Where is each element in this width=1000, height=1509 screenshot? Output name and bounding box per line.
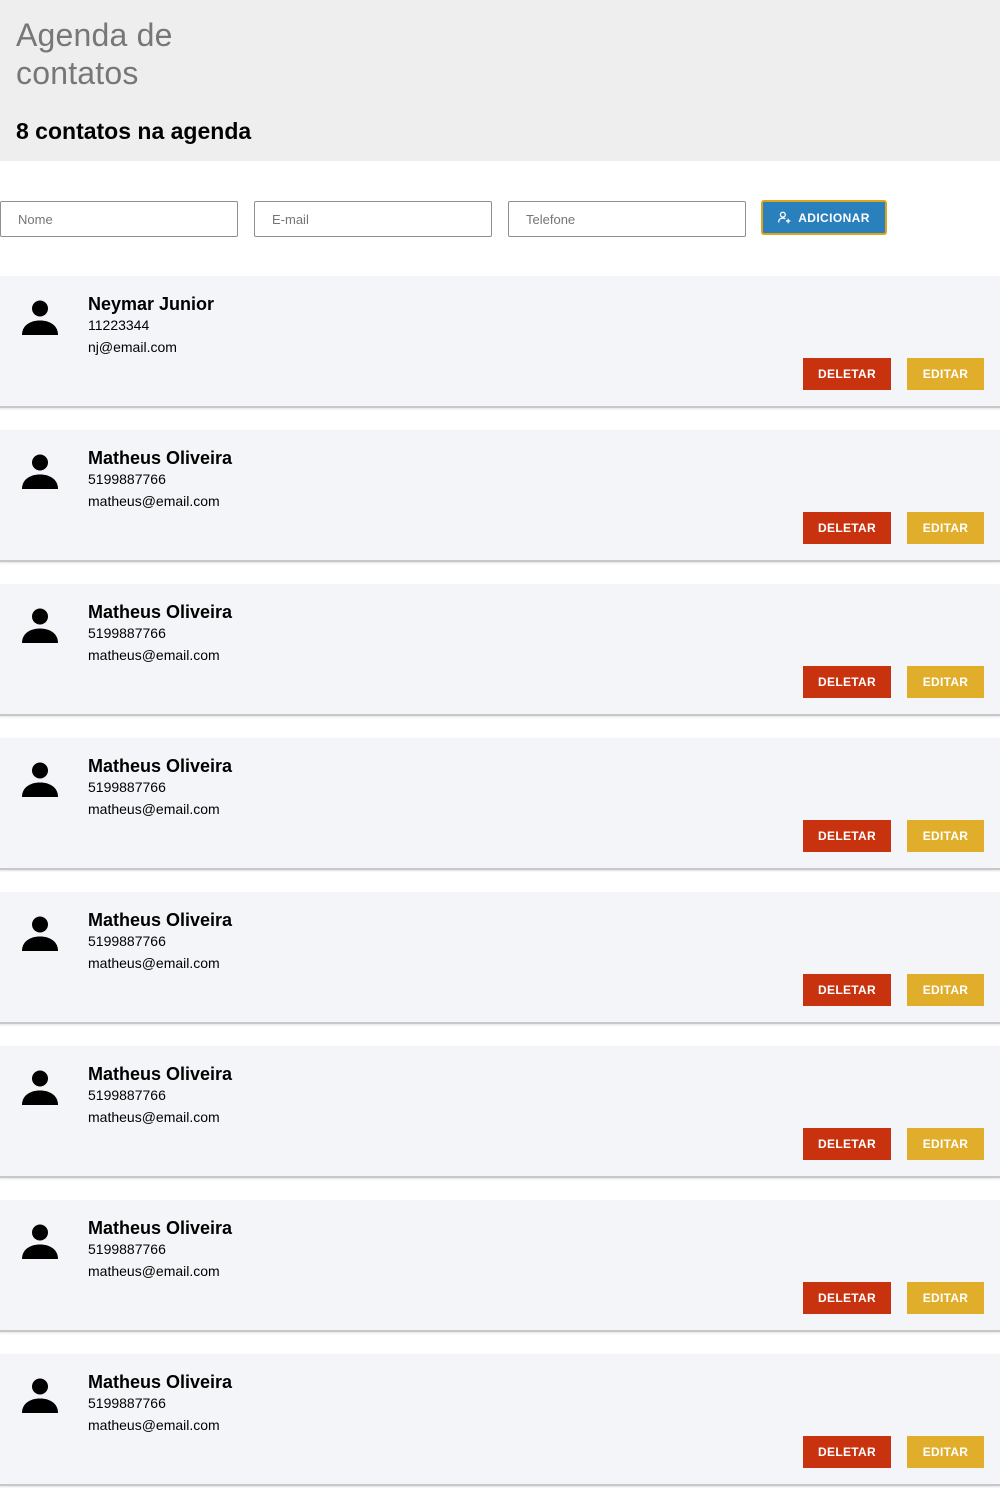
contact-email: matheus@email.com xyxy=(88,801,220,817)
add-contact-label: ADICIONAR xyxy=(798,210,870,225)
name-input[interactable] xyxy=(0,201,238,237)
delete-button[interactable]: DELETAR xyxy=(803,512,891,544)
edit-button[interactable]: EDITAR xyxy=(907,358,984,390)
person-icon xyxy=(21,1376,59,1414)
delete-button[interactable]: DELETAR xyxy=(803,1436,891,1468)
contact-email: matheus@email.com xyxy=(88,493,220,509)
contact-name: Matheus Oliveira xyxy=(88,448,233,468)
delete-button[interactable]: DELETAR xyxy=(803,666,891,698)
person-icon xyxy=(21,298,59,336)
contact-email: matheus@email.com xyxy=(88,955,220,971)
person-icon xyxy=(21,1068,59,1106)
edit-button[interactable]: EDITAR xyxy=(907,974,984,1006)
contact-phone: 5199887766 xyxy=(88,933,166,949)
phone-input[interactable] xyxy=(508,201,746,237)
contact-name: Matheus Oliveira xyxy=(88,756,233,776)
person-icon xyxy=(21,606,59,644)
contact-email: matheus@email.com xyxy=(88,1109,220,1125)
contact-card: Matheus Oliveira 5199887766 matheus@emai… xyxy=(0,584,1000,716)
contact-name: Matheus Oliveira xyxy=(88,910,233,930)
contact-name: Matheus Oliveira xyxy=(88,1218,233,1238)
contact-phone: 5199887766 xyxy=(88,1241,166,1257)
delete-button[interactable]: DELETAR xyxy=(803,358,891,390)
edit-button[interactable]: EDITAR xyxy=(907,1128,984,1160)
contact-name: Matheus Oliveira xyxy=(88,1064,233,1084)
contact-email: matheus@email.com xyxy=(88,647,220,663)
edit-button[interactable]: EDITAR xyxy=(907,666,984,698)
page-header: Agenda de contatos 8 contatos na agenda xyxy=(0,0,1000,161)
contact-phone: 5199887766 xyxy=(88,779,166,795)
delete-button[interactable]: DELETAR xyxy=(803,820,891,852)
email-input[interactable] xyxy=(254,201,492,237)
contact-card: Matheus Oliveira 5199887766 matheus@emai… xyxy=(0,1046,1000,1178)
add-contact-form: ADICIONAR xyxy=(0,200,1000,238)
edit-button[interactable]: EDITAR xyxy=(907,1436,984,1468)
contact-count: 8 contatos na agenda xyxy=(16,118,252,144)
contact-card: Matheus Oliveira 5199887766 matheus@emai… xyxy=(0,1200,1000,1332)
delete-button[interactable]: DELETAR xyxy=(803,974,891,1006)
person-add-icon xyxy=(778,211,791,224)
person-icon xyxy=(21,452,59,490)
contact-phone: 5199887766 xyxy=(88,1395,166,1411)
edit-button[interactable]: EDITAR xyxy=(907,1282,984,1314)
contact-name: Matheus Oliveira xyxy=(88,1372,233,1392)
contact-phone: 5199887766 xyxy=(88,471,166,487)
person-icon xyxy=(21,914,59,952)
contact-card: Matheus Oliveira 5199887766 matheus@emai… xyxy=(0,430,1000,562)
contact-name: Matheus Oliveira xyxy=(88,602,233,622)
contact-card: Matheus Oliveira 5199887766 matheus@emai… xyxy=(0,892,1000,1024)
contact-card: Matheus Oliveira 5199887766 matheus@emai… xyxy=(0,738,1000,870)
delete-button[interactable]: DELETAR xyxy=(803,1282,891,1314)
contact-phone: 5199887766 xyxy=(88,625,166,641)
page-title: Agenda de contatos xyxy=(16,17,173,91)
contact-email: matheus@email.com xyxy=(88,1263,220,1279)
contact-email: matheus@email.com xyxy=(88,1417,220,1433)
person-icon xyxy=(21,760,59,798)
edit-button[interactable]: EDITAR xyxy=(907,512,984,544)
contact-phone: 5199887766 xyxy=(88,1087,166,1103)
contact-email: nj@email.com xyxy=(88,339,177,355)
contact-phone: 11223344 xyxy=(88,317,150,333)
person-icon xyxy=(21,1222,59,1260)
contact-card: Matheus Oliveira 5199887766 matheus@emai… xyxy=(0,1354,1000,1486)
add-contact-button[interactable]: ADICIONAR xyxy=(761,200,887,235)
contact-card: Neymar Junior 11223344 nj@email.com DELE… xyxy=(0,276,1000,408)
delete-button[interactable]: DELETAR xyxy=(803,1128,891,1160)
contact-name: Neymar Junior xyxy=(88,294,215,314)
edit-button[interactable]: EDITAR xyxy=(907,820,984,852)
